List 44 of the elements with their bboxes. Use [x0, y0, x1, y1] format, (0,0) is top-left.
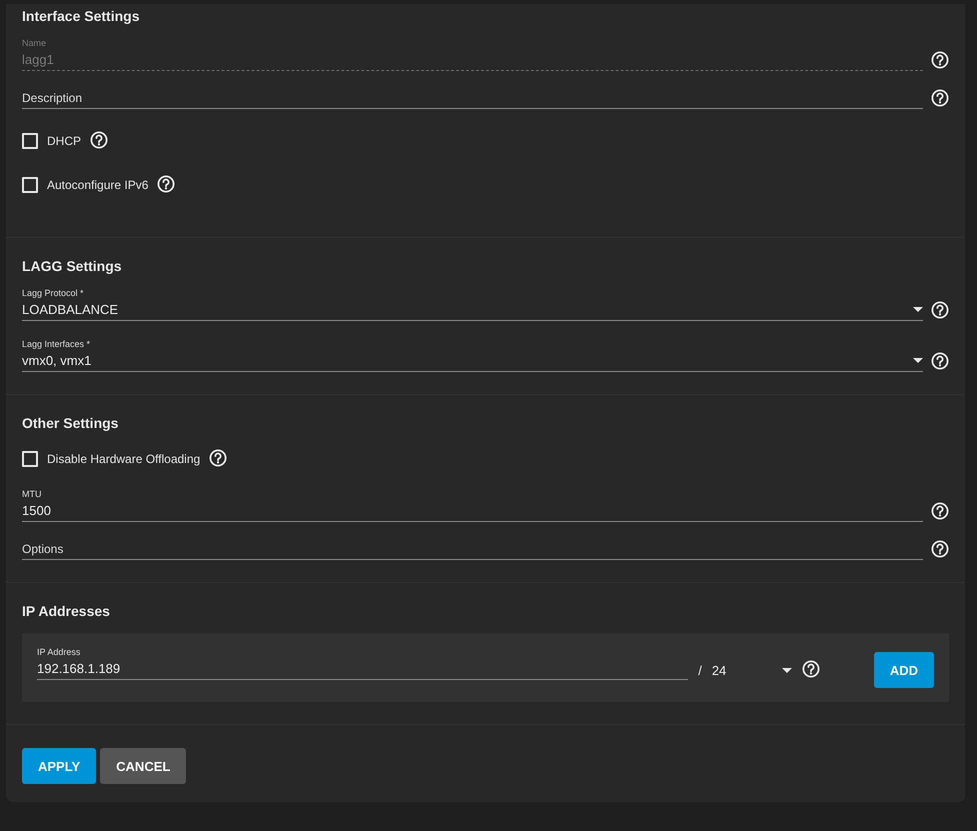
help-icon[interactable]: [931, 540, 949, 558]
checkbox[interactable]: [22, 451, 38, 467]
checkbox-label: Disable Hardware Offloading: [47, 452, 200, 466]
checkbox[interactable]: [22, 177, 38, 193]
section-title: Other Settings: [22, 415, 120, 431]
cancel-button[interactable]: CANCEL: [100, 748, 186, 784]
field-label: Lagg Interfaces *: [22, 339, 90, 349]
checkbox[interactable]: [22, 133, 38, 149]
help-icon[interactable]: [802, 660, 820, 678]
section-title: LAGG Settings: [22, 258, 123, 274]
input-field[interactable]: Description: [22, 91, 923, 109]
section-title: IP Addresses: [22, 603, 111, 619]
checkbox-label: DHCP: [47, 134, 82, 148]
help-icon[interactable]: [931, 502, 949, 520]
caret-icon: [913, 307, 923, 312]
help-icon[interactable]: [209, 449, 228, 467]
caret-icon: [782, 668, 792, 673]
input-field[interactable]: IP Address 192.168.1.189: [37, 647, 688, 680]
field-value: lagg1: [22, 52, 54, 67]
select-field[interactable]: Lagg Interfaces * vmx0, vmx1: [22, 339, 923, 372]
caret-icon: [913, 358, 923, 363]
separator-text: /: [698, 663, 702, 680]
checkbox-label: Autoconfigure IPv6: [47, 178, 148, 192]
help-icon[interactable]: [931, 301, 949, 319]
field-label: MTU: [22, 489, 42, 499]
input-field[interactable]: MTU 1500: [22, 489, 923, 522]
input-field[interactable]: Options: [22, 542, 923, 560]
field-label: Lagg Protocol *: [22, 288, 84, 298]
help-icon[interactable]: [931, 89, 949, 107]
field-value: vmx0, vmx1: [22, 353, 92, 368]
help-icon[interactable]: [90, 131, 108, 149]
netmask-value: 24: [712, 663, 726, 678]
field-value: 1500: [22, 503, 51, 518]
field-value: 192.168.1.189: [37, 661, 120, 676]
select-field[interactable]: Lagg Protocol * LOADBALANCE: [22, 288, 923, 321]
netmask-select[interactable]: 24: [712, 663, 792, 680]
field-value: LOADBALANCE: [22, 302, 118, 317]
help-icon[interactable]: [157, 175, 176, 193]
field-placeholder: Description: [22, 91, 82, 105]
section-title: Interface Settings: [22, 8, 140, 24]
help-icon[interactable]: [931, 352, 949, 370]
field-placeholder: Options: [22, 542, 64, 556]
field-label: Name: [22, 38, 46, 48]
field-label: IP Address: [37, 647, 80, 657]
